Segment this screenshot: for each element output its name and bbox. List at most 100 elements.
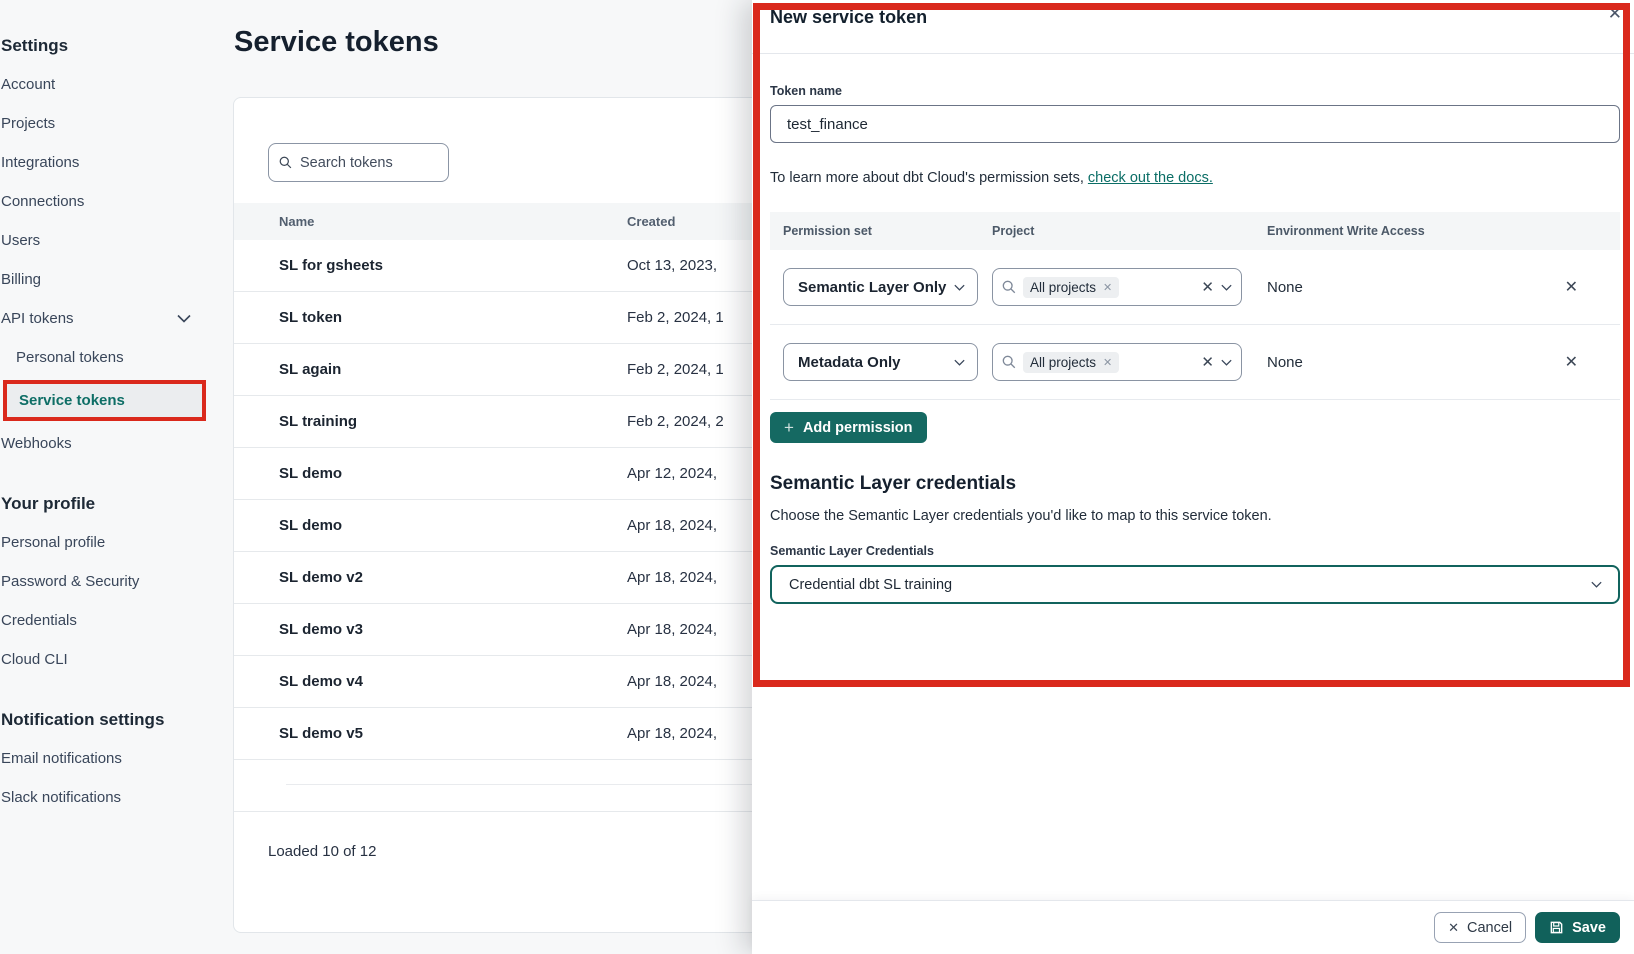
save-button[interactable]: Save [1535, 912, 1620, 943]
sidebar-item-users[interactable]: Users [1, 232, 214, 249]
permission-set-value: Metadata Only [798, 354, 901, 371]
chevron-down-icon [1221, 359, 1232, 366]
chevron-down-icon [954, 359, 965, 366]
docs-text: To learn more about dbt Cloud's permissi… [770, 170, 1088, 186]
permission-set-value: Semantic Layer Only [798, 279, 946, 296]
column-env-write-access: Environment Write Access [1267, 224, 1620, 238]
semantic-layer-credentials-description: Choose the Semantic Layer credentials yo… [770, 508, 1620, 524]
add-permission-label: Add permission [803, 420, 913, 436]
sidebar-item-webhooks[interactable]: Webhooks [1, 435, 214, 452]
save-floppy-icon [1549, 920, 1564, 935]
sidebar-item-account[interactable]: Account [1, 76, 214, 93]
sidebar-heading-notification-settings: Notification settings [1, 710, 214, 730]
token-name: SL demo v2 [234, 569, 627, 586]
token-created: Apr 18, 2024, [627, 621, 717, 638]
semantic-layer-credentials-label: Semantic Layer Credentials [770, 544, 1620, 558]
chevron-down-icon [954, 284, 965, 291]
project-chip: All projects ✕ [1023, 352, 1119, 373]
semantic-layer-credentials-heading: Semantic Layer credentials [770, 473, 1620, 495]
token-created: Apr 18, 2024, [627, 673, 717, 690]
project-multiselect[interactable]: All projects ✕ ✕ [992, 268, 1242, 306]
sidebar-item-connections[interactable]: Connections [1, 193, 214, 210]
chevron-down-icon [1221, 284, 1232, 291]
token-created: Apr 18, 2024, [627, 569, 717, 586]
token-created: Feb 2, 2024, 1 [627, 309, 724, 326]
sidebar-item-email-notifications[interactable]: Email notifications [1, 750, 214, 767]
add-permission-button[interactable]: + Add permission [770, 412, 927, 443]
chip-remove-icon[interactable]: ✕ [1103, 356, 1112, 369]
sidebar-item-projects[interactable]: Projects [1, 115, 214, 132]
permission-row: Semantic Layer Only All projects ✕ ✕ None… [770, 250, 1620, 325]
drawer-header: New service token ✕ [752, 0, 1634, 54]
search-icon [1002, 280, 1016, 294]
token-name: SL demo [234, 465, 627, 482]
new-service-token-drawer: New service token ✕ Token name To learn … [752, 0, 1634, 954]
chip-remove-icon[interactable]: ✕ [1103, 281, 1112, 294]
sidebar-item-integrations[interactable]: Integrations [1, 154, 214, 171]
token-created: Apr 18, 2024, [627, 725, 717, 742]
settings-sidebar: Settings Account Projects Integrations C… [0, 0, 214, 828]
page-title: Service tokens [234, 26, 439, 59]
sidebar-item-api-tokens[interactable]: API tokens [1, 310, 214, 327]
docs-sentence: To learn more about dbt Cloud's permissi… [770, 170, 1620, 186]
permission-row: Metadata Only All projects ✕ ✕ None ✕ [770, 325, 1620, 400]
search-tokens-box [268, 143, 449, 182]
sidebar-item-credentials[interactable]: Credentials [1, 612, 214, 629]
token-name-label: Token name [770, 84, 1620, 98]
sidebar-item-personal-profile[interactable]: Personal profile [1, 534, 214, 551]
token-name: SL demo v5 [234, 725, 627, 742]
token-name: SL token [234, 309, 627, 326]
clear-projects-icon[interactable]: ✕ [1201, 278, 1214, 296]
environment-write-access-value: None [1267, 279, 1303, 296]
token-name: SL training [234, 413, 627, 430]
permission-set-select[interactable]: Semantic Layer Only [783, 268, 978, 306]
token-name: SL demo v4 [234, 673, 627, 690]
remove-permission-icon[interactable]: ✕ [1565, 352, 1578, 372]
project-chip-label: All projects [1030, 280, 1096, 295]
token-created: Apr 12, 2024, [627, 465, 717, 482]
drawer-footer: ✕ Cancel Save [752, 900, 1634, 954]
docs-link[interactable]: check out the docs. [1088, 170, 1213, 186]
remove-permission-icon[interactable]: ✕ [1565, 277, 1578, 297]
environment-write-access-value: None [1267, 354, 1303, 371]
clear-projects-icon[interactable]: ✕ [1201, 353, 1214, 371]
close-icon[interactable]: ✕ [1608, 4, 1622, 24]
token-name: SL again [234, 361, 627, 378]
search-icon [279, 155, 292, 170]
column-permission-set: Permission set [770, 224, 992, 238]
token-name: SL demo v3 [234, 621, 627, 638]
semantic-layer-credentials-select[interactable]: Credential dbt SL training [770, 565, 1620, 604]
token-name-input[interactable] [770, 105, 1620, 143]
column-header-name: Name [234, 214, 627, 229]
token-name: SL demo [234, 517, 627, 534]
token-created: Oct 13, 2023, [627, 257, 717, 274]
plus-icon: + [784, 418, 794, 438]
column-header-created: Created [627, 214, 675, 229]
sidebar-item-personal-tokens[interactable]: Personal tokens [16, 349, 214, 366]
token-name: SL for gsheets [234, 257, 627, 274]
sidebar-item-billing[interactable]: Billing [1, 271, 214, 288]
sidebar-item-service-tokens[interactable]: Service tokens [19, 392, 202, 409]
project-multiselect[interactable]: All projects ✕ ✕ [992, 343, 1242, 381]
drawer-title: New service token [770, 7, 927, 28]
sidebar-heading-your-profile: Your profile [1, 494, 214, 514]
sidebar-item-slack-notifications[interactable]: Slack notifications [1, 789, 214, 806]
semantic-layer-credentials-value: Credential dbt SL training [789, 577, 952, 593]
token-created: Feb 2, 2024, 1 [627, 361, 724, 378]
permissions-header: Permission set Project Environment Write… [770, 212, 1620, 250]
sidebar-item-password-security[interactable]: Password & Security [1, 573, 214, 590]
sidebar-item-cloud-cli[interactable]: Cloud CLI [1, 651, 214, 668]
chevron-down-icon [1591, 581, 1602, 588]
project-chip-label: All projects [1030, 355, 1096, 370]
search-tokens-input[interactable] [300, 155, 438, 171]
service-tokens-highlight-box: Service tokens [3, 380, 206, 421]
sidebar-heading-settings: Settings [1, 36, 214, 56]
project-chip: All projects ✕ [1023, 277, 1119, 298]
permission-set-select[interactable]: Metadata Only [783, 343, 978, 381]
token-created: Apr 18, 2024, [627, 517, 717, 534]
search-icon [1002, 355, 1016, 369]
cancel-button[interactable]: ✕ Cancel [1434, 912, 1526, 943]
cancel-label: Cancel [1467, 920, 1512, 936]
save-label: Save [1572, 920, 1606, 936]
api-tokens-label: API tokens [1, 310, 74, 327]
